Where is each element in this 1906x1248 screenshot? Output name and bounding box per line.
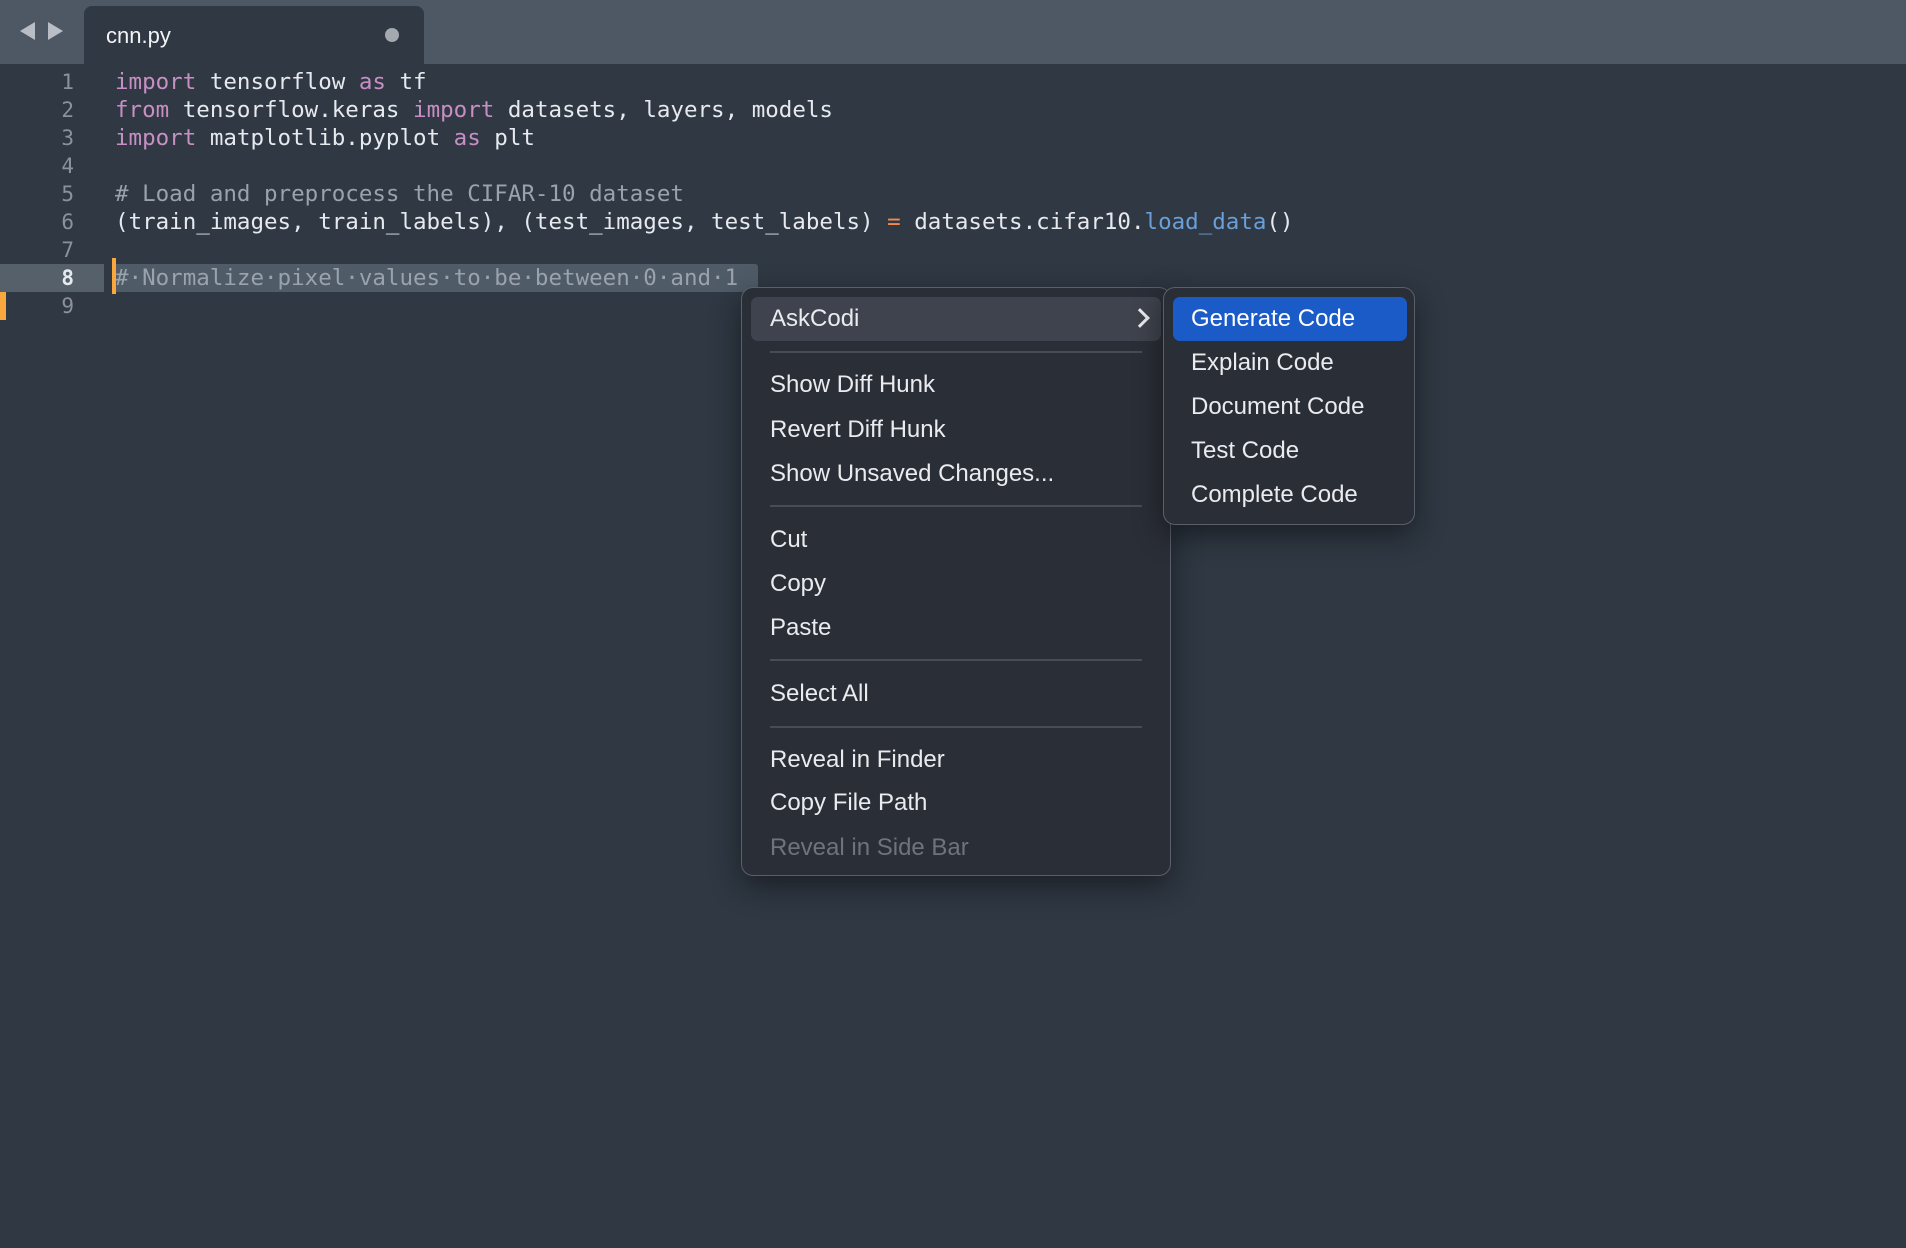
menu-item-label: Select All <box>770 680 869 707</box>
submenu-item-label: Complete Code <box>1191 481 1358 508</box>
line-number: 8 <box>61 266 74 290</box>
code-token: () <box>1266 209 1294 235</box>
keyword-token: from <box>115 97 170 123</box>
menu-separator <box>770 351 1142 353</box>
menu-item-show-diff-hunk[interactable]: Show Diff Hunk <box>751 363 1161 407</box>
code-token: matplotlib.pyplot <box>196 125 454 151</box>
code-token: tensorflow.keras <box>169 97 414 123</box>
submenu-item-document-code[interactable]: Document Code <box>1173 385 1407 429</box>
code-token: datasets, layers, models <box>494 97 833 123</box>
tab-cnn-py[interactable]: cnn.py <box>84 6 424 64</box>
submenu-item-label: Generate Code <box>1191 305 1356 332</box>
tab-label: cnn.py <box>106 23 171 48</box>
menu-item-cut[interactable]: Cut <box>751 518 1161 562</box>
line-number: 5 <box>61 182 74 206</box>
code-line: #·Normalize·pixel·values·to·be·between·0… <box>115 264 738 292</box>
keyword-token: as <box>358 69 386 95</box>
code-line: # Load and preprocess the CIFAR-10 datas… <box>115 180 684 208</box>
keyword-token: as <box>453 125 481 151</box>
back-arrow-icon[interactable] <box>20 22 35 40</box>
menu-separator <box>770 659 1142 661</box>
line-number: 2 <box>61 98 74 122</box>
line-number: 3 <box>61 126 74 150</box>
tab-bar: cnn.py <box>0 0 1906 64</box>
menu-item-reveal-in-side-bar: Reveal in Side Bar <box>751 826 1161 870</box>
submenu-item-generate-code[interactable]: Generate Code <box>1173 297 1407 341</box>
menu-item-reveal-in-finder[interactable]: Reveal in Finder <box>751 738 1161 782</box>
menu-item-label: Revert Diff Hunk <box>770 416 946 443</box>
menu-item-copy-file-path[interactable]: Copy File Path <box>751 781 1161 825</box>
keyword-token: import <box>115 69 197 95</box>
forward-arrow-icon[interactable] <box>48 22 63 40</box>
menu-item-select-all[interactable]: Select All <box>751 672 1161 716</box>
code-token: tf <box>385 69 427 95</box>
menu-item-paste[interactable]: Paste <box>751 606 1161 650</box>
unsaved-dot-icon[interactable] <box>385 28 399 42</box>
menu-item-label: Show Diff Hunk <box>770 371 935 398</box>
menu-item-copy[interactable]: Copy <box>751 562 1161 606</box>
submenu-item-label: Explain Code <box>1191 349 1334 376</box>
code-token: plt <box>480 125 535 151</box>
code-token: (train_images, train_labels), (test_imag… <box>115 209 888 235</box>
function-token: load_data <box>1144 209 1267 235</box>
line-number: 9 <box>61 294 74 318</box>
menu-item-revert-diff-hunk[interactable]: Revert Diff Hunk <box>751 408 1161 452</box>
keyword-token: import <box>413 97 495 123</box>
menu-item-label: Copy <box>770 570 827 597</box>
line-number: 1 <box>61 70 74 94</box>
askcodi-submenu: Generate Code Explain Code Document Code Te… <box>1163 287 1415 525</box>
menu-item-label: Cut <box>770 526 808 553</box>
code-line: import tensorflow as tf <box>115 68 427 96</box>
operator-token: = <box>887 209 901 235</box>
text-caret <box>112 258 116 294</box>
menu-separator <box>770 505 1142 507</box>
menu-item-label: Reveal in Side Bar <box>770 834 969 861</box>
code-token: tensorflow <box>196 69 359 95</box>
menu-separator <box>770 726 1142 728</box>
menu-item-label: Reveal in Finder <box>770 746 945 773</box>
code-token: datasets.cifar10. <box>900 209 1145 235</box>
chevron-right-icon <box>1130 308 1150 328</box>
context-menu: AskCodi Show Diff Hunk Revert Diff Hunk Sho… <box>741 287 1171 876</box>
keyword-token: import <box>115 125 197 151</box>
code-line: import matplotlib.pyplot as plt <box>115 124 535 152</box>
submenu-item-label: Document Code <box>1191 393 1365 420</box>
comment-token: # Load and preprocess the CIFAR-10 datas… <box>115 181 684 207</box>
line-number: 6 <box>61 210 74 234</box>
menu-item-label: Show Unsaved Changes... <box>770 460 1055 487</box>
code-line: from tensorflow.keras import datasets, l… <box>115 96 833 124</box>
line-number: 7 <box>61 238 74 262</box>
submenu-item-explain-code[interactable]: Explain Code <box>1173 341 1407 385</box>
submenu-item-complete-code[interactable]: Complete Code <box>1173 473 1407 517</box>
menu-item-show-unsaved-changes[interactable]: Show Unsaved Changes... <box>751 452 1161 496</box>
code-line: (train_images, train_labels), (test_imag… <box>115 208 1294 236</box>
comment-token: #·Normalize·pixel·values·to·be·between·0… <box>115 265 739 291</box>
menu-item-label: AskCodi <box>770 305 860 332</box>
submenu-item-label: Test Code <box>1191 437 1300 464</box>
menu-item-label: Paste <box>770 614 832 641</box>
submenu-item-test-code[interactable]: Test Code <box>1173 429 1407 473</box>
menu-item-label: Copy File Path <box>770 789 928 816</box>
line-number: 4 <box>61 154 74 178</box>
menu-item-askcodi[interactable]: AskCodi <box>751 297 1161 341</box>
